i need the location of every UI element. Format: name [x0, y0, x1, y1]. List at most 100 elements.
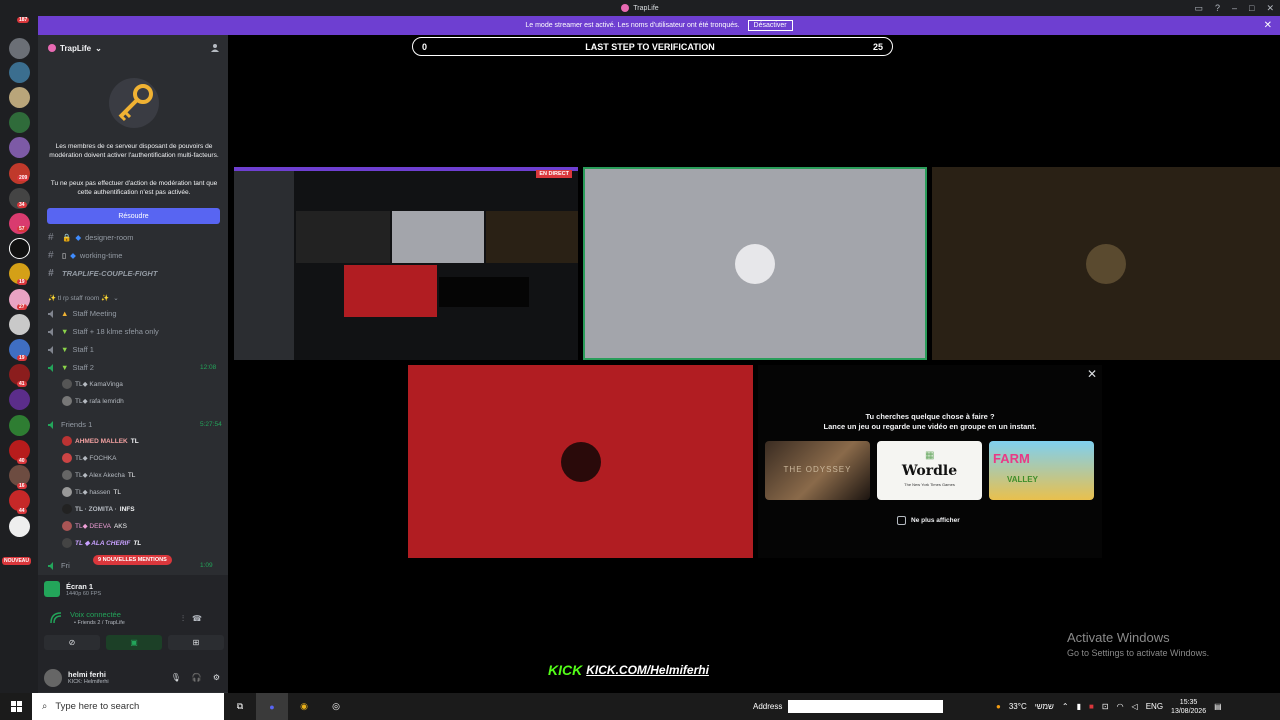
signal-icon[interactable]: [50, 612, 62, 624]
taskbar-search[interactable]: ⌕ Type here to search: [32, 693, 224, 720]
live-badge: EN DIRECT: [536, 170, 572, 178]
voice-channel-staff-2[interactable]: ▼ Staff 2 12:08: [48, 360, 216, 375]
channel-name: designer-room: [85, 233, 134, 242]
voice-user[interactable]: TL◆ FOCHKA: [62, 451, 116, 465]
server-icon[interactable]: [9, 415, 30, 436]
activity-title-line-2: Lance un jeu ou regarde une vidéo en gro…: [823, 422, 1037, 431]
server-icon[interactable]: [9, 516, 30, 537]
minimize-button[interactable]: –: [1232, 3, 1237, 13]
voice-user[interactable]: TL◆ Alex Akecha TL: [62, 468, 135, 482]
wifi-icon[interactable]: ◠: [1117, 702, 1124, 711]
avatar: [62, 521, 72, 531]
new-mentions-pill[interactable]: 9 NOUVELLES MENTIONS: [93, 555, 172, 565]
help-icon[interactable]: ?: [1215, 3, 1220, 13]
gear-icon[interactable]: ⚙: [213, 673, 220, 682]
add-friend-icon[interactable]: [210, 43, 220, 53]
dont-show-checkbox[interactable]: [897, 516, 906, 525]
user-tag: TL: [133, 539, 142, 547]
activity-card-wordle[interactable]: ▦ Wordle The New York Times Games: [877, 441, 982, 500]
screen-share-button[interactable]: ▣: [106, 635, 162, 650]
server-icon[interactable]: [9, 314, 30, 335]
user-tag: TL: [113, 488, 121, 496]
voice-channel-friends-2[interactable]: Fri 1:09: [48, 558, 213, 573]
task-view-button[interactable]: ⧉: [224, 693, 256, 720]
server-icon[interactable]: [9, 87, 30, 108]
screen-share-row[interactable]: Écran 1 1440p 60 FPS: [44, 581, 101, 597]
mfa-notice-2: Tu ne peux pas effectuer d'action de mod…: [50, 180, 218, 196]
resolve-button[interactable]: Résoudre: [47, 208, 220, 224]
network-icon[interactable]: ⊡: [1102, 702, 1109, 711]
notifications-icon[interactable]: ▤: [1214, 702, 1222, 711]
voice-user[interactable]: TL◆ KamaVinga: [62, 377, 123, 391]
server-icon[interactable]: [9, 389, 30, 410]
user-name: TL◆ hassen: [75, 489, 111, 496]
user-name: AHMED MALLEK: [75, 437, 128, 445]
noise-suppression-icon[interactable]: ⫶: [182, 614, 184, 624]
activity-card-farm-valley[interactable]: FARM VALLEY: [989, 441, 1094, 500]
channel-working-time[interactable]: # ▯ ◆ working-time: [48, 248, 122, 263]
weather-temp[interactable]: 33°C: [1009, 702, 1027, 711]
activities-icon: ⊞: [192, 638, 200, 647]
server-icon[interactable]: [9, 112, 30, 133]
participant-tile[interactable]: [583, 167, 927, 360]
weather-desc: שמשי: [1034, 702, 1054, 711]
activities-button[interactable]: ⊞: [168, 635, 224, 650]
maximize-button[interactable]: □: [1249, 3, 1254, 13]
taskbar-chrome[interactable]: ◉: [288, 693, 320, 720]
voice-user[interactable]: TL · ZOMITA · INFS: [62, 502, 135, 516]
activate-title: Activate Windows: [1067, 630, 1170, 645]
address-input[interactable]: [788, 700, 944, 713]
close-icon[interactable]: ✕: [1087, 367, 1097, 381]
avatar: [62, 538, 72, 548]
channel-couple-fight[interactable]: # TRAPLIFE-COUPLE-FIGHT: [48, 266, 157, 281]
channel-designer-room[interactable]: # 🔒 ◆ designer-room: [48, 230, 133, 245]
voice-user[interactable]: AHMED MALLEK TL: [62, 434, 139, 448]
start-button[interactable]: [0, 693, 32, 720]
user-name: TL◆ rafa lemridh: [75, 398, 124, 405]
voice-channel-staff-meeting[interactable]: ▲ Staff Meeting: [48, 306, 117, 321]
participant-tile[interactable]: [408, 365, 753, 558]
volume-icon[interactable]: ◁: [1132, 702, 1138, 711]
stream-tile[interactable]: EN DIRECT: [234, 167, 578, 360]
close-banner-icon[interactable]: ✕: [1264, 20, 1272, 31]
language-indicator[interactable]: ENG: [1146, 702, 1163, 711]
microphone-icon[interactable]: 🎙: [171, 673, 181, 682]
category-staff-room[interactable]: ✨ tl rp staff room ✨ ⌄: [48, 290, 119, 305]
activity-card-odyssey[interactable]: THE ODYSSEY: [765, 441, 870, 500]
windows-activation-watermark: Activate Windows Go to Settings to activ…: [1067, 630, 1209, 658]
user-avatar[interactable]: [44, 668, 62, 687]
voice-connected-channel[interactable]: • Friends 2 / TrapLife: [74, 620, 125, 626]
chevron-up-icon[interactable]: ⌃: [1062, 702, 1069, 711]
clock[interactable]: 15:35 13/08/2026: [1171, 698, 1206, 716]
close-window-button[interactable]: ✕: [1266, 3, 1274, 14]
voice-user[interactable]: TL◆ rafa lemridh: [62, 394, 124, 408]
taskbar-obs[interactable]: ◎: [320, 693, 352, 720]
camera-button[interactable]: ⊘: [44, 635, 100, 650]
voice-channel-staff-18[interactable]: ▼ Staff + 18 klme sfeha only: [48, 324, 159, 339]
server-icon[interactable]: [9, 137, 30, 158]
app-tray-icon[interactable]: ■: [1089, 702, 1094, 711]
voice-user[interactable]: TL◆ hassen TL: [62, 485, 121, 499]
voice-channel-staff-1[interactable]: ▼ Staff 1: [48, 342, 94, 357]
dont-show-again[interactable]: Ne plus afficher: [897, 516, 960, 525]
new-badge: NOUVEAU: [2, 557, 32, 565]
server-icon[interactable]: [9, 62, 30, 83]
voice-channel-friends-1[interactable]: Friends 1 5:27:54: [48, 417, 222, 432]
disable-streamer-button[interactable]: Désactiver: [747, 20, 793, 31]
voice-user[interactable]: TL ◆ ALA CHERIF TL: [62, 536, 141, 550]
inbox-icon[interactable]: ▭: [1194, 3, 1203, 14]
screen-share-icon: [44, 581, 60, 597]
activity-card-label: THE ODYSSEY: [783, 465, 852, 474]
server-header[interactable]: TrapLife ⌄: [38, 35, 228, 61]
channel-sidebar: NOUVEAU TrapLife ⌄ Les membres de ce ser…: [2, 35, 228, 693]
user-tag: AKS: [113, 522, 127, 530]
microphone-tray-icon[interactable]: ▮: [1077, 702, 1081, 711]
voice-user[interactable]: TL◆ DEEVA AKS: [62, 519, 127, 533]
server-icon[interactable]: [9, 38, 30, 59]
taskbar-discord[interactable]: ●: [256, 693, 288, 720]
server-icon[interactable]: [9, 238, 30, 259]
activity-card-label: FARM: [993, 451, 1030, 466]
disconnect-icon[interactable]: ☎: [192, 614, 202, 624]
headphones-icon[interactable]: 🎧: [192, 673, 202, 682]
participant-tile[interactable]: [932, 167, 1280, 360]
